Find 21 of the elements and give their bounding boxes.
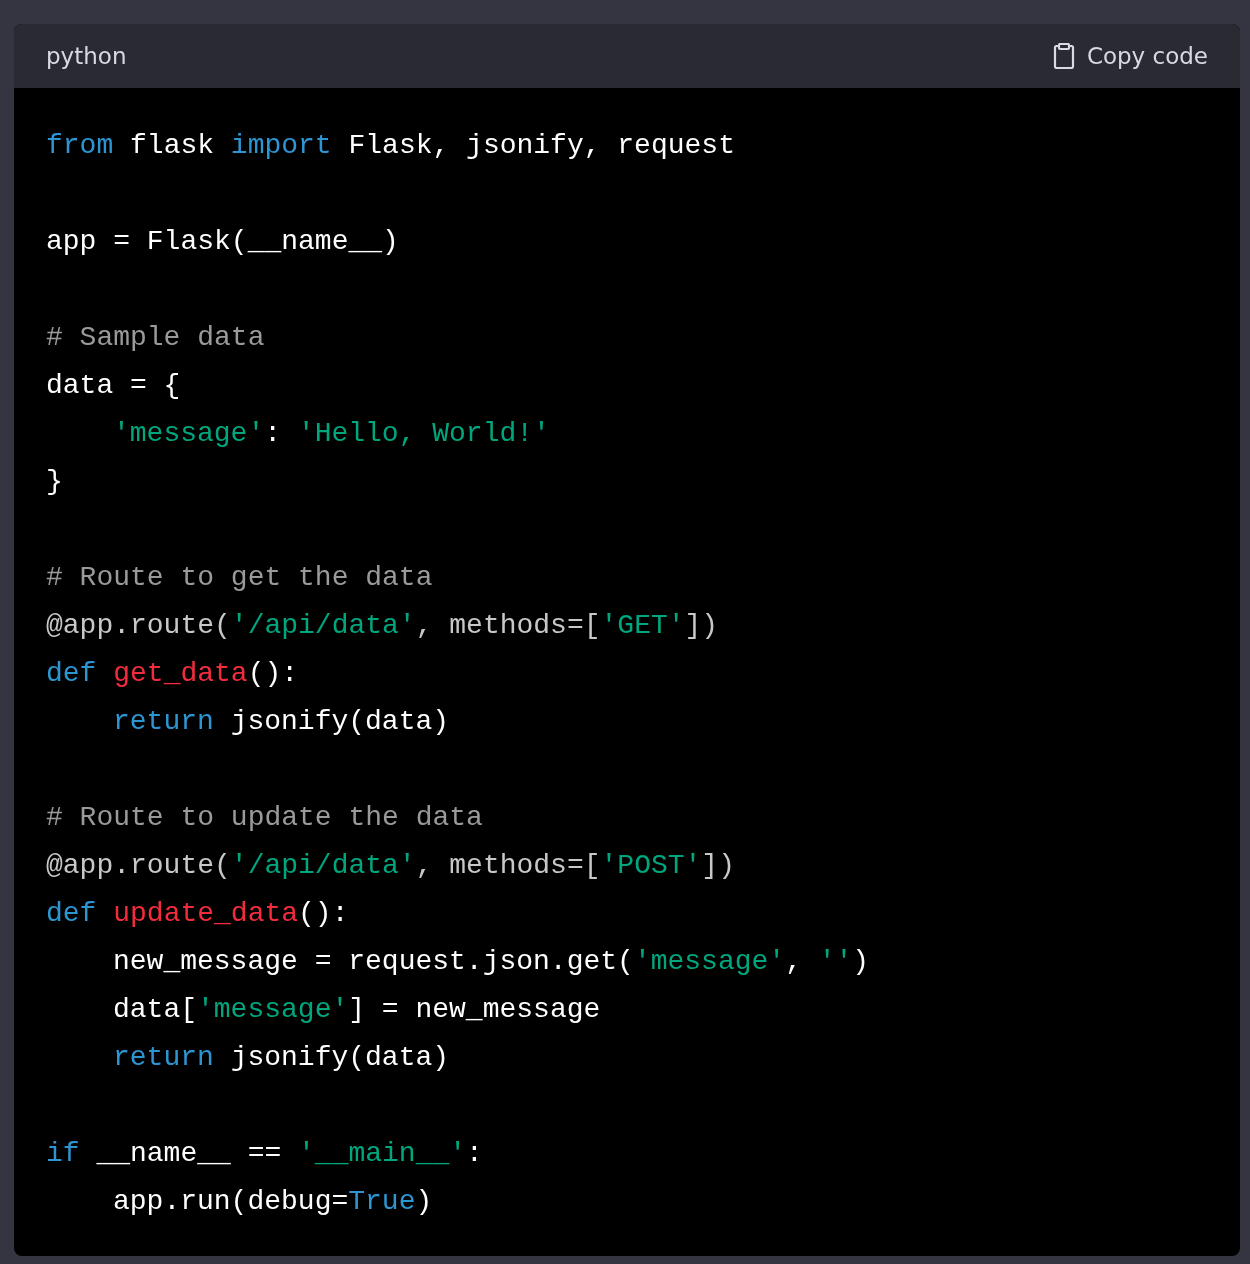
code-line: app.run(debug=True) [112, 1185, 433, 1219]
code-line: # Route to update the data [46, 801, 483, 835]
code-line: if __name__ == '__main__': [46, 1137, 483, 1171]
code-line: def update_data(): [46, 897, 349, 931]
code-line: def get_data(): [46, 657, 299, 691]
code-line: # Sample data [46, 321, 265, 355]
clipboard-icon [1052, 43, 1075, 69]
code-line: } [46, 465, 63, 499]
code-line: new_message = request.json.get('message', '') [112, 945, 870, 979]
language-label: python [46, 43, 127, 69]
code-line: # Route to get the data [46, 561, 433, 595]
code-line: data['message'] = new_message [112, 993, 601, 1027]
code-line: 'message': 'Hello, World!' [112, 417, 550, 451]
code-line: @app.route('/api/data', methods=['GET']) [46, 609, 719, 643]
copy-code-button[interactable]: Copy code [1052, 43, 1208, 69]
code-line: return jsonify(data) [112, 705, 450, 739]
code-line: return jsonify(data) [112, 1041, 450, 1075]
code-line: @app.route('/api/data', methods=['POST']) [46, 849, 735, 883]
code-line: from flask import Flask, jsonify, request [46, 129, 735, 163]
code-line: data = { [46, 369, 181, 403]
code-line: app = Flask(__name__) [46, 225, 399, 259]
